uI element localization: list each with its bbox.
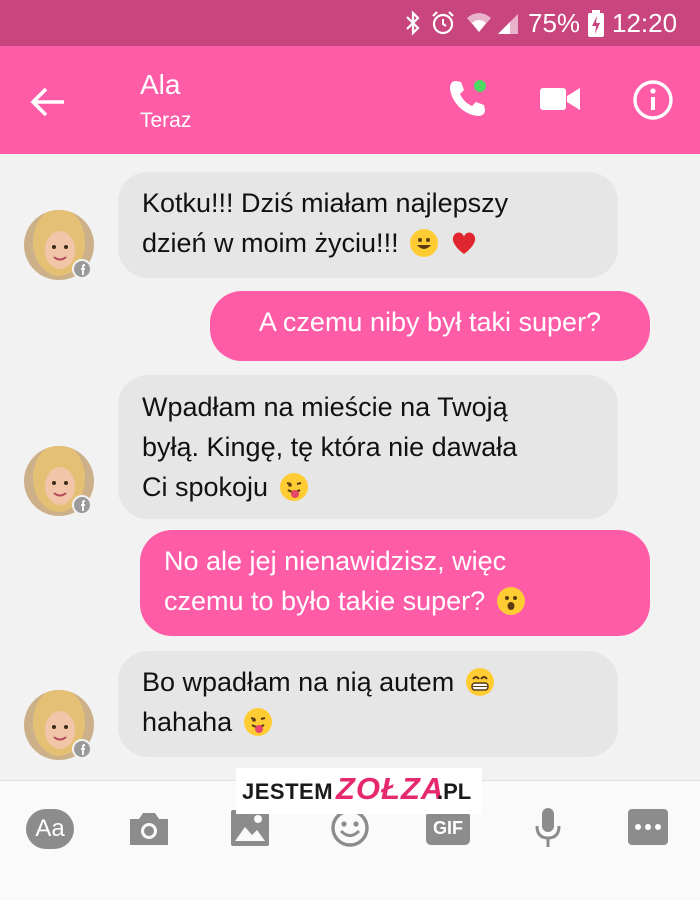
microphone-icon[interactable] — [534, 807, 562, 849]
beaming-grin-emoji-icon — [465, 668, 494, 696]
text-input-button[interactable]: Aa — [26, 809, 74, 849]
contact-avatar — [24, 446, 94, 516]
conversation-header: Ala Teraz — [0, 46, 700, 154]
gif-button[interactable]: GIF — [426, 811, 470, 845]
contact-name[interactable]: Ala — [140, 69, 180, 101]
status-bar: 75% 12:20 — [0, 0, 700, 46]
message-line: byłą. Kingę, tę która nie dawała — [142, 432, 518, 462]
info-icon[interactable] — [632, 79, 674, 121]
outgoing-message[interactable]: A czemu niby był taki super? — [210, 291, 650, 361]
tongue-out-emoji-icon — [279, 473, 308, 501]
image-gallery-icon[interactable] — [230, 809, 270, 847]
watermark-text-2: ZOŁZA — [336, 771, 445, 806]
contact-status: Teraz — [140, 109, 192, 132]
incoming-message[interactable]: Kotku!!! Dziś miałam najlepszy dzień w m… — [118, 172, 618, 278]
message-line: czemu to było takie super? — [164, 586, 486, 616]
message-line: Wpadłam na mieście na Twoją — [142, 392, 508, 422]
contact-avatar — [24, 210, 94, 280]
red-heart-emoji-icon — [450, 229, 478, 257]
incoming-message[interactable]: Bo wpadłam na nią autem hahaha — [118, 651, 618, 757]
contact-avatar — [24, 690, 94, 760]
signal-icon — [498, 14, 518, 34]
watermark-text-1: JESTEM — [242, 779, 334, 804]
outgoing-message[interactable]: No ale jej nienawidzisz, więc czemu to b… — [140, 530, 650, 636]
message-line: A czemu niby był taki super? — [258, 307, 602, 337]
message-line: Kotku!!! Dziś miałam najlepszy — [142, 188, 509, 218]
clock: 12:20 — [612, 8, 678, 38]
more-options-icon[interactable] — [628, 809, 668, 845]
phone-call-icon[interactable] — [446, 76, 490, 120]
message-line: dzień w moim życiu!!! — [142, 228, 399, 258]
site-watermark: JESTEM ZOŁZA .PL — [236, 768, 482, 814]
bluetooth-icon — [406, 10, 420, 36]
video-call-icon[interactable] — [540, 86, 580, 112]
incoming-message[interactable]: Wpadłam na mieście na Twoją byłą. Kingę,… — [118, 375, 618, 519]
message-line: hahaha — [142, 707, 233, 737]
battery-percent: 75% — [528, 8, 581, 38]
message-line: Ci spokoju — [142, 472, 269, 502]
tongue-out-emoji-icon — [243, 708, 272, 736]
message-line: No ale jej nienawidzisz, więc — [164, 546, 507, 576]
battery-charging-icon — [588, 10, 604, 37]
camera-icon[interactable] — [128, 811, 170, 847]
wifi-icon — [467, 13, 491, 32]
alarm-icon — [432, 11, 454, 35]
smiley-emoji-icon[interactable] — [330, 808, 370, 848]
astonished-emoji-icon — [496, 587, 525, 615]
grinning-emoji-icon — [410, 229, 439, 257]
message-line: Bo wpadłam na nią autem — [142, 667, 455, 697]
message-list[interactable]: Kotku!!! Dziś miałam najlepszy dzień w m… — [0, 154, 700, 780]
back-arrow-icon[interactable] — [28, 82, 68, 122]
watermark-text-3: .PL — [437, 779, 472, 804]
